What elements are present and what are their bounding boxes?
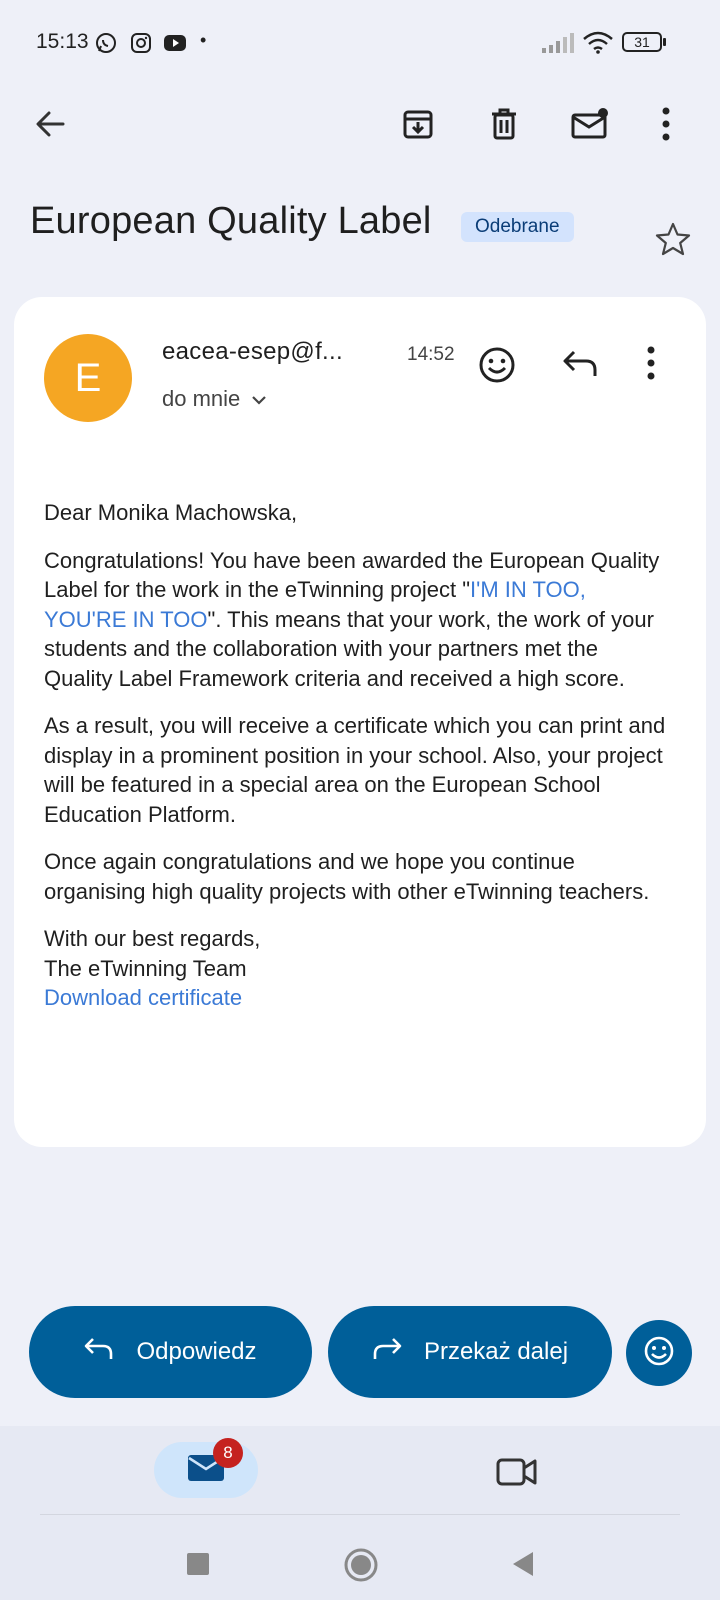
reply-button[interactable] — [562, 348, 600, 385]
paragraph-2: As a result, you will receive a certific… — [44, 713, 666, 827]
reply-icon — [562, 350, 600, 384]
recents-square-icon[interactable] — [186, 1552, 210, 1581]
whatsapp-icon — [95, 32, 117, 59]
recipient-label: do mnie — [162, 386, 241, 411]
paragraph-3: Once again congratulations and we hope y… — [44, 849, 650, 904]
greeting: Dear Monika Machowska, — [44, 500, 298, 525]
forward-icon — [372, 1336, 402, 1369]
wifi-icon — [582, 30, 614, 59]
download-certificate-link[interactable]: Download certificate — [44, 983, 666, 1013]
reply-icon — [84, 1336, 114, 1369]
battery-icon: 31 — [622, 32, 662, 52]
signal-icon — [540, 32, 576, 59]
react-button[interactable] — [626, 1320, 692, 1386]
add-reaction-button[interactable] — [478, 346, 516, 389]
battery-tip — [663, 38, 666, 46]
forward-pill-button[interactable]: Przekaż dalej — [328, 1306, 612, 1398]
nav-divider — [40, 1514, 680, 1515]
back-arrow-icon — [33, 107, 67, 146]
archive-button[interactable] — [396, 104, 440, 148]
inbox-label-chip[interactable]: Odebrane — [461, 212, 574, 242]
closing: With our best regards, — [44, 926, 261, 951]
reply-pill-button[interactable]: Odpowiedz — [29, 1306, 312, 1398]
paragraph-1: Congratulations! You have been awarded t… — [44, 546, 666, 694]
mark-unread-icon — [570, 107, 610, 146]
email-body: Dear Monika Machowska, Congratulations! … — [44, 498, 666, 1013]
more-vert-icon — [661, 107, 671, 146]
nav-meet-tab[interactable] — [496, 1456, 538, 1493]
unread-count-badge: 8 — [213, 1438, 243, 1468]
sender-avatar[interactable]: E — [44, 334, 132, 422]
back-button[interactable] — [28, 104, 72, 148]
chevron-down-icon — [250, 386, 268, 412]
video-camera-icon — [496, 1458, 538, 1492]
recipient-toggle[interactable]: do mnie — [162, 386, 268, 412]
delete-button[interactable] — [482, 104, 526, 148]
back-triangle-icon[interactable] — [511, 1551, 535, 1582]
status-time: 15:13 — [36, 30, 89, 53]
youtube-icon — [163, 32, 187, 59]
delete-icon — [487, 107, 521, 146]
more-options-button[interactable] — [644, 104, 688, 148]
emoji-icon — [478, 347, 516, 388]
message-more-button[interactable] — [646, 346, 656, 385]
email-subject: European Quality Label — [30, 200, 432, 242]
more-vert-icon — [646, 346, 656, 384]
sender-name[interactable]: eacea-esep@f... — [162, 338, 343, 366]
forward-label: Przekaż dalej — [423, 1338, 569, 1365]
email-time: 14:52 — [407, 344, 455, 365]
emoji-icon — [643, 1335, 675, 1372]
home-circle-icon[interactable] — [343, 1547, 379, 1588]
star-icon[interactable] — [655, 222, 691, 261]
notification-dot: • — [200, 30, 207, 50]
instagram-icon — [130, 32, 152, 59]
reply-label: Odpowiedz — [136, 1338, 257, 1365]
signature: The eTwinning Team — [44, 955, 247, 981]
mark-unread-button[interactable] — [568, 104, 612, 148]
archive-icon — [401, 107, 435, 146]
